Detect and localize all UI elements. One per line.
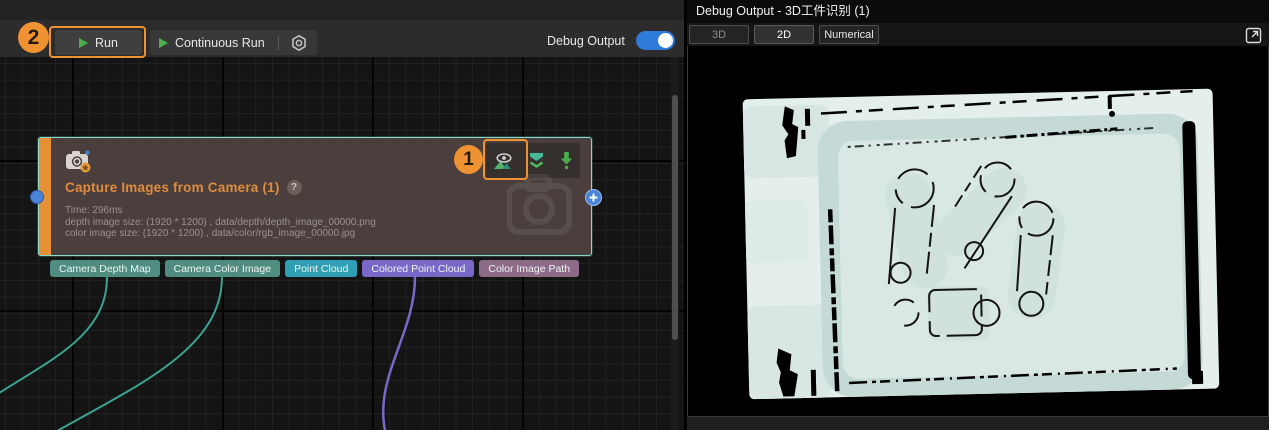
debug-output-panel: Debug Output - 3D工件识别 (1) 3D 2D Numerica… xyxy=(687,0,1269,430)
camera-watermark-icon xyxy=(507,174,577,243)
panel-bottom-strip xyxy=(687,417,1269,430)
wire-camera-depth-map[interactable] xyxy=(0,277,107,395)
wire-colored-point-cloud[interactable] xyxy=(383,277,415,430)
output-tag-color-image-path[interactable]: Color Image Path xyxy=(479,260,579,277)
help-icon[interactable]: ? xyxy=(287,180,302,195)
toggle-knob xyxy=(658,33,673,48)
tab-3d[interactable]: 3D xyxy=(689,25,749,44)
tab-2d[interactable]: 2D xyxy=(754,25,814,44)
collapse-outputs-icon[interactable] xyxy=(527,151,546,170)
preview-icon-highlight xyxy=(483,139,528,180)
node-title: Capture Images from Camera (1) xyxy=(65,180,280,195)
node-time: Time: 296ms xyxy=(65,205,376,217)
output-tag-point-cloud[interactable]: Point Cloud xyxy=(285,260,357,277)
debug-panel-title: Debug Output - 3D工件识别 (1) xyxy=(687,0,1269,23)
node-graph-canvas[interactable]: Capture Images from Camera (1) ? Time: 2… xyxy=(0,57,684,430)
toolbar-separator xyxy=(278,36,279,50)
debug-view-tabs: 3D 2D Numerical xyxy=(687,23,1269,46)
node-output-port-add[interactable] xyxy=(585,189,602,206)
annotation-badge-1: 1 xyxy=(454,145,483,174)
wire-camera-color-image[interactable] xyxy=(50,277,222,430)
output-download-icon[interactable] xyxy=(559,151,574,170)
continuous-run-button[interactable]: Continuous Run xyxy=(150,30,317,55)
app-window: Run Continuous Run Debug Output xyxy=(0,0,1269,430)
debug-output-control: Debug Output xyxy=(547,31,675,50)
depth-map-viewport[interactable] xyxy=(687,46,1269,417)
open-in-window-icon[interactable] xyxy=(1244,26,1262,44)
play-icon xyxy=(159,38,168,48)
continuous-run-label: Continuous Run xyxy=(175,36,265,50)
node-depth-image-info: depth image size: (1920 * 1200) , data/d… xyxy=(65,217,376,229)
camera-icon xyxy=(65,148,92,178)
node-color-image-info: color image size: (1920 * 1200) , data/c… xyxy=(65,228,376,240)
node-output-tags: Camera Depth Map Camera Color Image Poin… xyxy=(50,260,579,277)
depth-map-image xyxy=(688,46,1268,415)
canvas-scrollbar-thumb[interactable] xyxy=(672,95,678,340)
annotation-badge-2: 2 xyxy=(18,22,49,53)
debug-output-toggle[interactable] xyxy=(636,31,675,50)
graph-editor-panel: Run Continuous Run Debug Output xyxy=(0,0,684,430)
node-runtime-info: Time: 296ms depth image size: (1920 * 12… xyxy=(65,205,376,240)
gear-icon[interactable] xyxy=(290,34,308,52)
run-button-highlight xyxy=(49,26,146,58)
output-tag-colored-point-cloud[interactable]: Colored Point Cloud xyxy=(362,260,474,277)
tab-numerical[interactable]: Numerical xyxy=(819,25,879,44)
canvas-scrollbar-track[interactable] xyxy=(671,57,679,430)
node-input-port[interactable] xyxy=(30,190,44,204)
output-tag-camera-color-image[interactable]: Camera Color Image xyxy=(165,260,280,277)
output-tag-camera-depth-map[interactable]: Camera Depth Map xyxy=(50,260,160,277)
debug-output-label: Debug Output xyxy=(547,34,625,48)
